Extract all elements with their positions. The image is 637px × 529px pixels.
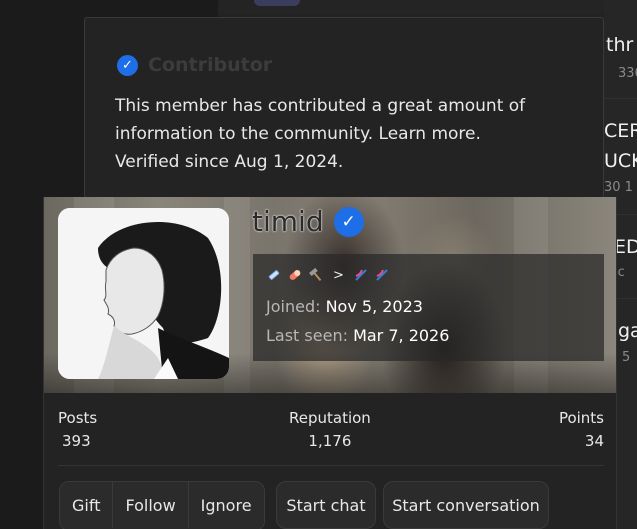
thread-title-fragment[interactable]: ED	[614, 236, 637, 258]
tooltip-title: Contributor	[148, 54, 273, 76]
tooltip-verified-date: Verified since Aug 1, 2024.	[115, 152, 344, 172]
pill-icon[interactable]	[286, 266, 304, 284]
thread-title-fragment[interactable]: thr	[606, 34, 633, 56]
hammer-icon[interactable]	[307, 266, 325, 284]
ignore-button[interactable]: Ignore	[188, 482, 264, 528]
row-divider	[604, 98, 637, 99]
gift-button[interactable]: Gift	[60, 482, 114, 528]
trophy-row: >	[265, 266, 391, 284]
verified-badge-icon[interactable]: ✓	[333, 206, 364, 237]
stat-label: Points	[558, 409, 604, 427]
username[interactable]: timid	[252, 205, 324, 238]
profile-banner: timid ✓ > Joined: Nov 5, 2023 Last seen:…	[44, 197, 616, 393]
tooltip-line: This member has contributed a great amou…	[115, 96, 526, 116]
last-seen-row: Last seen: Mar 7, 2026	[266, 326, 449, 345]
follow-button[interactable]: Follow	[113, 482, 189, 528]
contributor-tooltip: ✓ Contributor This member has contribute…	[84, 17, 604, 198]
thread-meta-fragment: 336	[618, 66, 637, 81]
background-tab-indicator	[254, 0, 300, 6]
stat-label: Posts	[58, 409, 98, 427]
dna-icon[interactable]	[373, 266, 391, 284]
stat-value: 393	[62, 432, 91, 450]
thread-title-fragment[interactable]: ga	[618, 320, 637, 342]
member-stats: Posts 393 Reputation 1,176 Points 34	[58, 409, 604, 453]
tooltip-line-link[interactable]: information to the community. Learn more…	[115, 120, 585, 148]
member-card: timid ✓ > Joined: Nov 5, 2023 Last seen:…	[43, 197, 617, 529]
dna-icon[interactable]	[352, 266, 370, 284]
joined-label: Joined:	[266, 297, 321, 316]
stat-reputation[interactable]: Reputation 1,176	[289, 409, 371, 450]
tooltip-body: This member has contributed a great amou…	[115, 92, 585, 176]
syringe-icon[interactable]	[265, 266, 283, 284]
username-row: timid ✓	[252, 205, 364, 238]
member-info-box: > Joined: Nov 5, 2023 Last seen: Mar 7, …	[253, 254, 604, 361]
stat-label: Reputation	[289, 409, 371, 427]
divider	[58, 465, 604, 466]
start-chat-button[interactable]: Start chat	[276, 481, 376, 529]
thread-title-fragment[interactable]: UCK	[604, 150, 637, 172]
verified-badge-icon: ✓	[117, 54, 138, 76]
trophy-separator: >	[333, 267, 344, 283]
last-seen-label: Last seen:	[266, 326, 348, 345]
stat-value: 34	[584, 432, 604, 450]
tooltip-header: ✓ Contributor	[117, 54, 272, 76]
thread-meta-fragment: 30 1	[604, 180, 633, 195]
background-topbar	[218, 0, 637, 14]
stat-posts[interactable]: Posts 393	[58, 409, 97, 450]
stat-value: 1,176	[308, 432, 352, 450]
start-conversation-button[interactable]: Start conversation	[383, 481, 549, 529]
member-action-group: Gift Follow Ignore	[59, 481, 265, 529]
joined-value: Nov 5, 2023	[325, 297, 423, 316]
thread-title-fragment[interactable]: CER	[604, 120, 637, 142]
last-seen-value: Mar 7, 2026	[353, 326, 450, 345]
avatar[interactable]	[58, 208, 229, 379]
joined-row: Joined: Nov 5, 2023	[266, 297, 423, 316]
thread-meta-fragment: 5	[622, 350, 631, 365]
stat-points[interactable]: Points 34	[559, 409, 604, 450]
